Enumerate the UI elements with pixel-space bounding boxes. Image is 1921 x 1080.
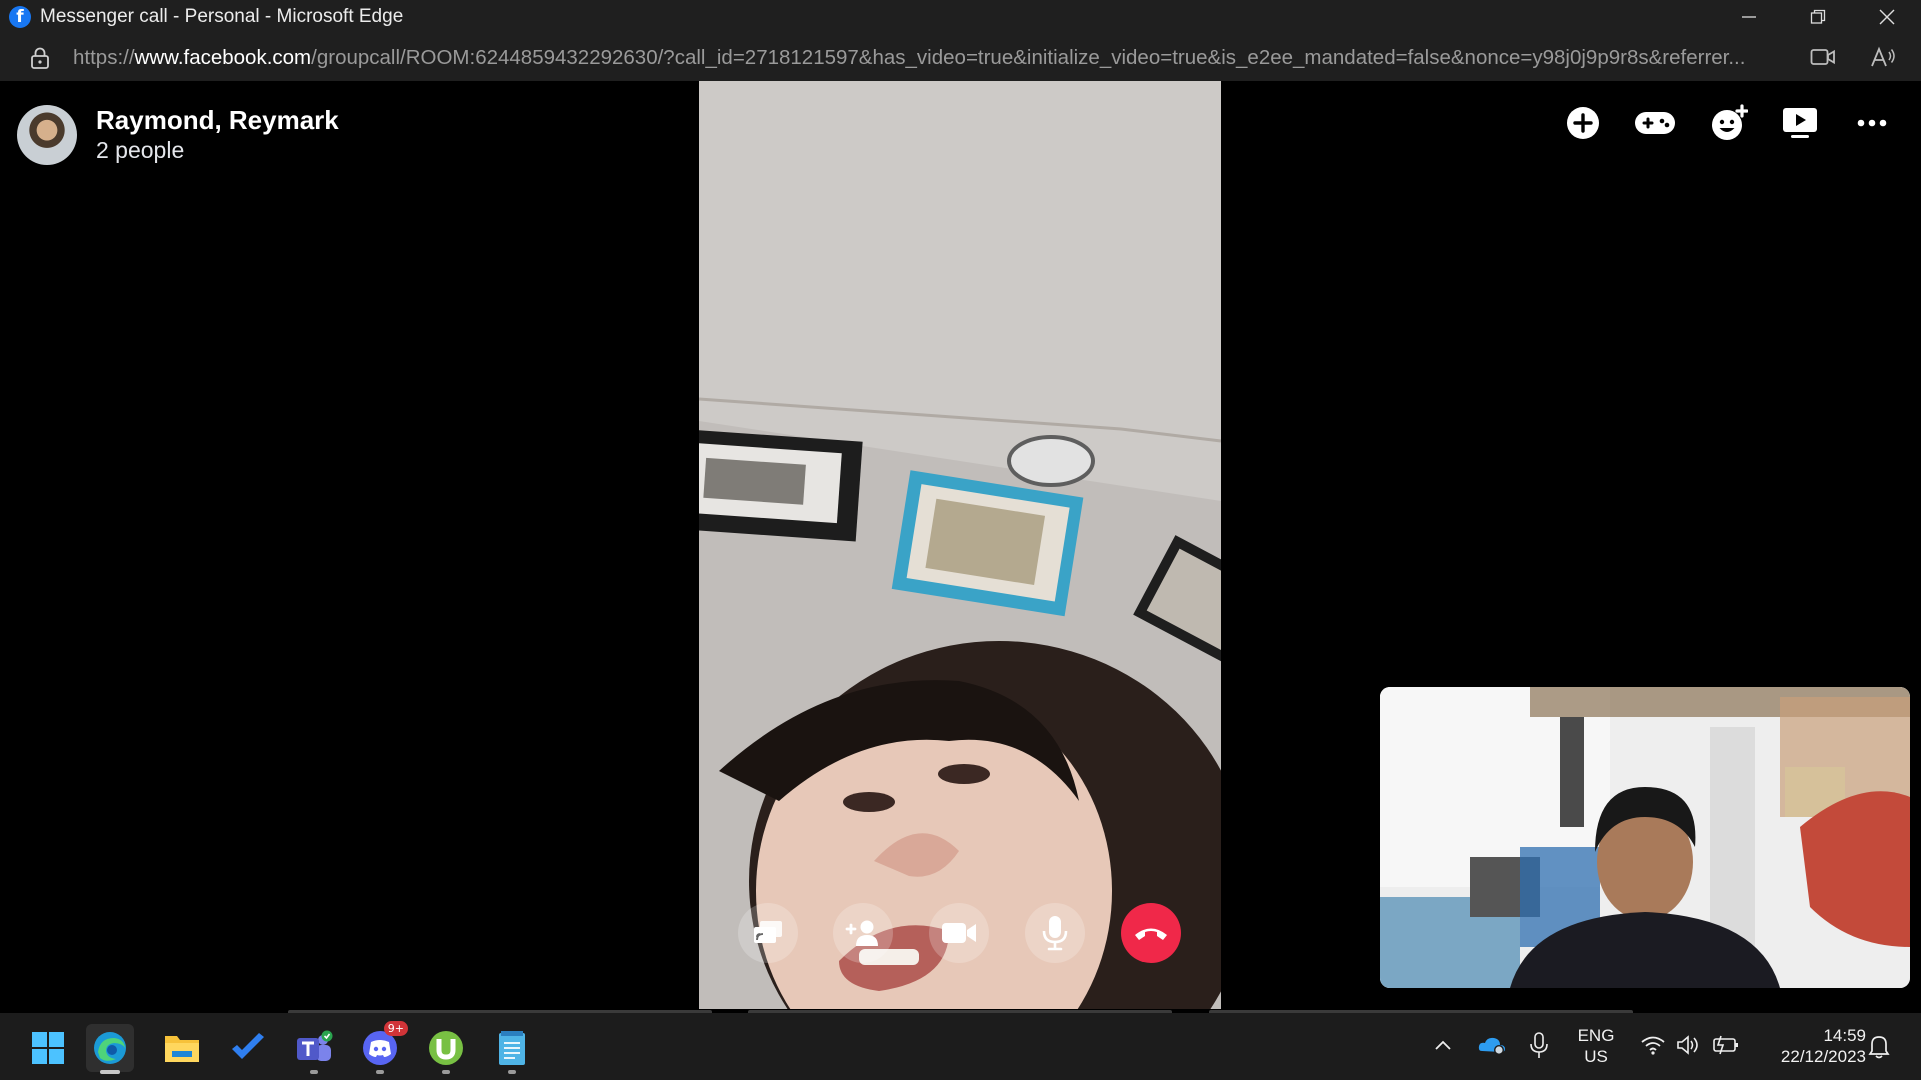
games-button[interactable] (1633, 101, 1677, 145)
utorrent-icon (429, 1031, 463, 1065)
camera-icon (942, 923, 976, 943)
avatar[interactable] (17, 105, 77, 165)
region-label: US (1584, 1047, 1608, 1066)
window-title: Messenger call - Personal - Microsoft Ed… (40, 6, 404, 27)
chevron-up-icon[interactable] (1434, 1039, 1452, 1051)
camera-permission-icon[interactable] (1810, 46, 1836, 68)
participant-count: 2 people (96, 137, 185, 163)
end-call-icon (1135, 928, 1167, 940)
running-indicator (310, 1070, 318, 1074)
share-screen-icon (1783, 108, 1817, 138)
game-controller-icon (1635, 112, 1675, 134)
address-bar: https://www.facebook.com/groupcall/ROOM:… (0, 34, 1921, 82)
taskbar-notepad[interactable] (488, 1024, 536, 1074)
add-person-control[interactable] (833, 903, 893, 963)
taskbar-utorrent[interactable] (422, 1024, 470, 1074)
self-video[interactable] (1380, 687, 1910, 988)
minimize-icon (1741, 16, 1756, 18)
end-call-button[interactable] (1121, 903, 1181, 963)
taskbar-file-explorer[interactable] (158, 1024, 206, 1072)
self-video-frame (1380, 687, 1910, 988)
language-indicator[interactable]: ENG US (1575, 1025, 1617, 1067)
wifi-icon[interactable] (1640, 1035, 1666, 1055)
remote-video-frame (699, 81, 1221, 1009)
taskbar: 9+ ENG US 14:59 22/12/2023 (0, 1013, 1921, 1080)
active-indicator (100, 1070, 120, 1074)
share-screen-button[interactable] (1778, 101, 1822, 145)
taskbar-todo[interactable] (224, 1024, 272, 1072)
clock[interactable]: 14:59 22/12/2023 (1756, 1025, 1866, 1067)
taskbar-teams[interactable] (290, 1024, 338, 1074)
read-aloud-icon[interactable] (1870, 46, 1896, 68)
url-prefix: https:// (73, 45, 135, 69)
taskbar-edge[interactable] (86, 1024, 134, 1074)
remote-video (699, 81, 1221, 1009)
facebook-icon: f (9, 6, 31, 28)
add-button[interactable] (1561, 101, 1605, 145)
share-screen-icon (754, 921, 782, 943)
microphone-icon (1042, 916, 1068, 951)
teams-icon (297, 1030, 333, 1061)
windows-start-icon (32, 1032, 64, 1064)
window-controls (1714, 0, 1921, 34)
clock-time: 14:59 (1823, 1026, 1866, 1045)
running-indicator (442, 1070, 450, 1074)
share-screen-control[interactable] (738, 903, 798, 963)
language-label: ENG (1577, 1026, 1615, 1045)
restore-icon (1810, 9, 1825, 24)
more-button[interactable] (1850, 101, 1894, 145)
notification-bell-icon[interactable] (1868, 1033, 1890, 1059)
add-icon (1567, 107, 1599, 139)
edge-icon (94, 1032, 126, 1064)
url-field[interactable]: https://www.facebook.com/groupcall/ROOM:… (73, 46, 1801, 70)
start-button[interactable] (24, 1024, 72, 1072)
url-host: www.facebook.com (134, 45, 312, 69)
more-icon (1857, 119, 1887, 127)
clock-date: 22/12/2023 (1780, 1047, 1866, 1066)
file-explorer-icon (165, 1036, 199, 1062)
battery-icon[interactable] (1712, 1035, 1740, 1055)
close-icon (1879, 9, 1894, 25)
add-person-icon (845, 920, 878, 946)
todo-icon (232, 1033, 264, 1059)
microphone-control[interactable] (1025, 903, 1085, 963)
notification-badge: 9+ (383, 1021, 408, 1036)
url-path: /groupcall/ROOM:6244859432292630/?call_i… (311, 45, 1746, 69)
call-title: Raymond, Reymark (96, 105, 339, 135)
effects-button[interactable] (1707, 101, 1751, 145)
notepad-icon (499, 1031, 525, 1065)
close-button[interactable] (1852, 0, 1921, 34)
minimize-button[interactable] (1714, 0, 1783, 34)
lock-icon[interactable] (30, 47, 50, 69)
running-indicator (376, 1070, 384, 1074)
title-bar: f Messenger call - Personal - Microsoft … (0, 0, 1921, 34)
microphone-tray-icon[interactable] (1530, 1032, 1548, 1060)
volume-icon[interactable] (1676, 1035, 1702, 1055)
onedrive-icon[interactable] (1478, 1034, 1506, 1056)
running-indicator (508, 1070, 516, 1074)
add-effect-icon (1712, 104, 1748, 140)
restore-button[interactable] (1783, 0, 1852, 34)
call-stage: Raymond, Reymark 2 people (0, 81, 1921, 1015)
taskbar-discord[interactable]: 9+ (356, 1021, 408, 1074)
camera-control[interactable] (929, 903, 989, 963)
